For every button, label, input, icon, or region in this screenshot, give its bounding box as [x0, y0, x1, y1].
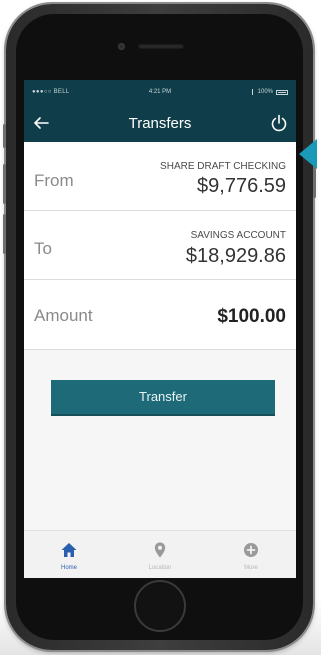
more-icon — [244, 543, 258, 557]
tab-home[interactable]: Home — [24, 531, 114, 578]
tab-more[interactable]: More — [206, 531, 296, 578]
page-title: Transfers — [128, 115, 192, 132]
app-screen: ●●●○○ BELL 4:21 PM 100% Transfers From S… — [24, 80, 296, 578]
to-account-row[interactable]: To SAVINGS ACCOUNT $18,929.86 — [24, 211, 296, 280]
earpiece-speaker — [138, 44, 184, 49]
to-label: To — [34, 239, 52, 258]
phone-volume-down — [3, 214, 6, 254]
to-account-balance: $18,929.86 — [185, 245, 286, 267]
callout-pointer-arrow — [299, 139, 317, 169]
phone-volume-up — [3, 164, 6, 204]
phone-mute-switch — [3, 124, 6, 148]
bluetooth-icon — [251, 89, 255, 95]
from-account-row[interactable]: From SHARE DRAFT CHECKING $9,776.59 — [24, 142, 296, 211]
tab-more-label: More — [244, 565, 258, 571]
to-account-name: SAVINGS ACCOUNT — [190, 230, 286, 241]
transfer-form: From SHARE DRAFT CHECKING $9,776.59 To S… — [24, 142, 296, 350]
amount-value[interactable]: $100.00 — [217, 306, 286, 328]
battery-icon — [276, 89, 288, 95]
battery-indicator: 100% — [251, 89, 288, 95]
status-bar: ●●●○○ BELL 4:21 PM 100% — [24, 80, 296, 102]
tab-location-label: Location — [148, 565, 172, 571]
nav-bar: Transfers — [24, 108, 296, 138]
from-account-name: SHARE DRAFT CHECKING — [160, 161, 286, 172]
home-icon — [61, 543, 77, 557]
front-camera — [118, 43, 125, 50]
amount-row[interactable]: Amount $100.00 — [24, 280, 296, 350]
app-header: ●●●○○ BELL 4:21 PM 100% Transfers — [24, 80, 296, 142]
tab-home-label: Home — [60, 565, 77, 571]
from-account-balance: $9,776.59 — [197, 175, 286, 197]
tab-location[interactable]: Location — [115, 531, 205, 578]
from-label: From — [34, 171, 74, 190]
location-pin-icon — [154, 542, 166, 558]
battery-percent: 100% — [257, 89, 273, 95]
transfer-button[interactable]: Transfer — [51, 380, 275, 416]
tab-bar: Home Location More — [24, 530, 296, 578]
phone-home-button[interactable] — [134, 580, 186, 632]
amount-label: Amount — [34, 306, 93, 325]
power-logout-icon[interactable] — [268, 112, 290, 134]
